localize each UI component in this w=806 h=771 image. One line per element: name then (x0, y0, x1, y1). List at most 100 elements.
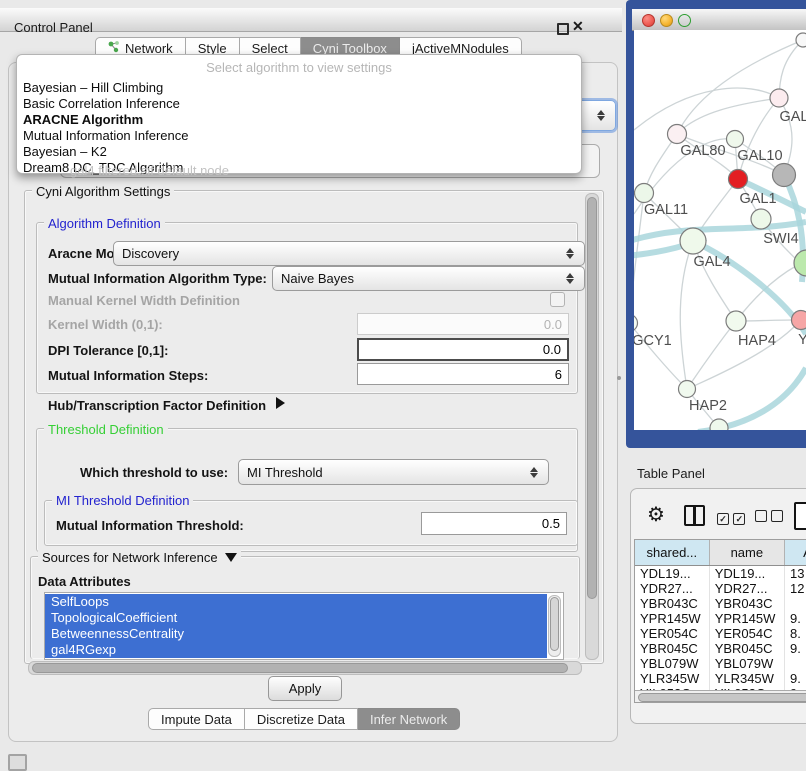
table-cell: YBR045C (635, 641, 709, 656)
table-row[interactable]: YBL079WYBL079W (635, 656, 806, 671)
table-cell: 12 (784, 581, 806, 596)
network-node-gal1[interactable] (729, 170, 748, 189)
network-node-label: SWI4 (763, 231, 798, 247)
algorithm-definition-title: Algorithm Definition (44, 216, 165, 231)
table-cell: 9. (784, 641, 806, 656)
attributes-scrollbar[interactable] (548, 595, 561, 657)
column-header-name[interactable]: name (709, 540, 784, 566)
table-horizontal-scrollbar-thumb[interactable] (638, 693, 806, 702)
settings-vertical-scrollbar-thumb[interactable] (587, 197, 597, 599)
float-window-icon[interactable] (557, 23, 569, 35)
attribute-item-selfloops[interactable]: SelfLoops (45, 594, 547, 610)
tab-label: Discretize Data (257, 712, 345, 727)
table-row[interactable]: YPR145WYPR145W9. (635, 611, 806, 626)
network-node-gal11[interactable] (635, 184, 654, 203)
combo-arrows-icon (566, 273, 574, 284)
hub-expand-arrow-icon[interactable] (276, 397, 285, 409)
network-node-y[interactable] (792, 311, 806, 330)
settings-gear-icon[interactable]: ⚙ (647, 502, 665, 527)
algorithm-option-bayesian-k2[interactable]: Bayesian – K2 (17, 144, 581, 160)
attribute-item-topologicalcoefficient[interactable]: TopologicalCoefficient (45, 610, 547, 626)
settings-vertical-scrollbar[interactable] (585, 193, 599, 660)
network-edge (687, 321, 736, 389)
tab-discretize-data[interactable]: Discretize Data (245, 708, 358, 730)
table-cell: YDR27... (635, 581, 709, 596)
table-cell: YDR27... (709, 581, 784, 596)
table-horizontal-scrollbar[interactable] (635, 690, 806, 703)
close-icon[interactable]: ✕ (572, 18, 584, 35)
network-node[interactable] (773, 164, 796, 187)
algorithm-option-bayesian-hill-climbing[interactable]: Bayesian – Hill Climbing (17, 80, 581, 96)
network-node[interactable] (796, 33, 806, 47)
table-cell: YPR145W (635, 611, 709, 626)
algorithm-option-basic-correlation-inference[interactable]: Basic Correlation Inference (17, 96, 581, 112)
network-node-hap4[interactable] (726, 311, 746, 331)
algorithm-option-aracne-algorithm[interactable]: ARACNE Algorithm (17, 112, 581, 128)
network-node-gal[interactable] (770, 89, 788, 107)
apply-button[interactable]: Apply (268, 676, 342, 701)
combo-arrows-icon (530, 467, 538, 478)
algorithm-option-mutual-information-inference[interactable]: Mutual Information Inference (17, 128, 581, 144)
split-divider-handle[interactable] (617, 376, 621, 380)
network-node-hap2[interactable] (679, 381, 696, 398)
column-header-a[interactable]: A (784, 540, 806, 566)
aracne-mode-combobox[interactable]: Discovery (113, 241, 585, 266)
attribute-item-betweennesscentrality[interactable]: BetweennessCentrality (45, 626, 547, 642)
unselect-all-checkboxes-icon[interactable] (755, 509, 783, 527)
which-threshold-combobox[interactable]: MI Threshold (238, 459, 549, 485)
column-selector-icon[interactable] (684, 505, 705, 526)
table-cell: 9. (784, 671, 806, 686)
network-edge (738, 98, 779, 179)
table-cell: 13 (784, 566, 806, 582)
network-node-gal4[interactable] (680, 228, 706, 254)
table-row[interactable]: YER054CYER054C8. (635, 626, 806, 641)
select-all-checkboxes-icon[interactable]: ✓ ✓ (717, 509, 745, 527)
app-root: { "panel": { "title": "Control Panel", "… (0, 0, 806, 762)
table-cell (784, 596, 806, 611)
network-node-gcy1[interactable] (634, 315, 638, 332)
table-cell: YPR145W (709, 611, 784, 626)
network-canvas[interactable]: GALGAL80GAL10GAL1GAL11GAL4SWI4GCY1HAP4YH… (634, 30, 806, 430)
algorithm-list: Bayesian – Hill ClimbingBasic Correlatio… (17, 80, 581, 176)
export-table-icon[interactable] (794, 502, 806, 530)
traffic-light-zoom-icon[interactable] (678, 14, 691, 27)
minimized-panel-icon[interactable] (8, 754, 27, 771)
settings-horizontal-scrollbar[interactable] (28, 661, 582, 675)
tab-label: Infer Network (370, 712, 447, 727)
node-table: shared...nameAYDL19...YDL19...13YDR27...… (634, 539, 806, 703)
table-cell: YDL19... (635, 566, 709, 582)
tab-impute-data[interactable]: Impute Data (148, 708, 245, 730)
mi-type-combobox[interactable]: Naive Bayes (272, 266, 585, 291)
table-cell: YER054C (635, 626, 709, 641)
control-panel-header: Control Panel ✕ (0, 8, 622, 32)
settings-horizontal-scrollbar-thumb[interactable] (32, 663, 568, 673)
mi-steps-field[interactable] (357, 363, 569, 385)
network-window-titlebar[interactable] (632, 9, 806, 31)
column-header-shared[interactable]: shared... (635, 540, 709, 566)
network-node-gal80[interactable] (668, 125, 687, 144)
manual-kernel-checkbox[interactable] (550, 292, 565, 307)
table-cell: YER054C (709, 626, 784, 641)
network-node[interactable] (794, 250, 806, 276)
traffic-light-close-icon[interactable] (642, 14, 655, 27)
attributes-scrollbar-thumb[interactable] (550, 597, 559, 651)
which-threshold-label: Which threshold to use: (80, 465, 228, 480)
table-row[interactable]: YLR345WYLR345W9. (635, 671, 806, 686)
dpi-tolerance-field[interactable] (357, 338, 569, 361)
network-node-swi4[interactable] (751, 209, 771, 229)
mi-threshold-field[interactable] (421, 512, 567, 535)
control-panel-title: Control Panel (14, 20, 93, 35)
network-node-gal10[interactable] (727, 131, 744, 148)
traffic-light-minimize-icon[interactable] (660, 14, 673, 27)
tab-infer-network[interactable]: Infer Network (358, 708, 460, 730)
sources-collapse-arrow-icon[interactable] (225, 553, 237, 562)
table-panel-body: ⚙ ✓ ✓ shared...nameAYDL19...YDL19...13YD… (630, 488, 806, 724)
table-row[interactable]: YDL19...YDL19...13 (635, 566, 806, 582)
network-edge (644, 134, 677, 193)
table-row[interactable]: YBR043CYBR043C (635, 596, 806, 611)
kernel-width-field[interactable] (357, 313, 569, 335)
attribute-item-gal4rgexp[interactable]: gal4RGexp (45, 642, 547, 658)
table-row[interactable]: YDR27...YDR27...12 (635, 581, 806, 596)
combo-arrows-icon (597, 110, 605, 121)
table-row[interactable]: YBR045CYBR045C9. (635, 641, 806, 656)
